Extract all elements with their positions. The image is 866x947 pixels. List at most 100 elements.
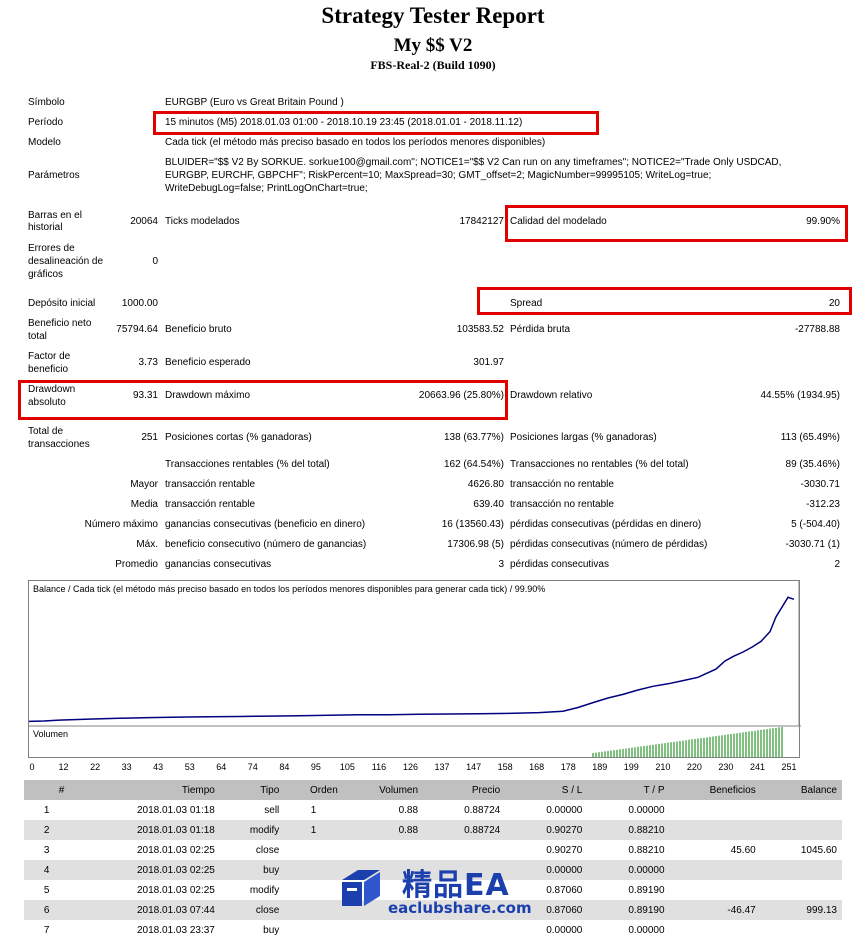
x-tick-label: 43	[153, 762, 164, 772]
ticks-label: Ticks modelados	[165, 216, 240, 227]
errors-value: 0	[152, 256, 158, 267]
average-loss-label: transacción no rentable	[510, 499, 614, 510]
table-cell: 0.88724	[464, 804, 501, 816]
box-logo-icon	[342, 870, 380, 906]
x-tick-label: 199	[623, 762, 639, 772]
x-tick-label: 95	[310, 762, 321, 772]
x-tick-label: 189	[592, 762, 608, 772]
largest-profit-value: 4626.80	[467, 479, 504, 490]
volume-label: Volumen	[33, 729, 68, 739]
table-cell: 5	[43, 884, 50, 896]
short-positions-label: Posiciones cortas (% ganadoras)	[165, 432, 312, 443]
symbol-label: Símbolo	[28, 97, 65, 108]
table-cell: 1045.60	[800, 844, 837, 856]
average-label: Media	[130, 499, 158, 510]
table-cell: 0.00000	[628, 924, 665, 936]
x-tick-label: 22	[90, 762, 101, 772]
column-header: Tiempo	[69, 780, 220, 800]
table-cell	[669, 820, 761, 840]
table-cell: 6	[24, 900, 70, 920]
params-label: Parámetros	[28, 170, 80, 181]
model-label: Modelo	[28, 137, 61, 148]
balance-chart-svg: Balance / Cada tick (el método más preci…	[29, 581, 801, 757]
quality-highlight-box	[505, 205, 848, 242]
table-cell: 0.00000	[546, 924, 583, 936]
avg-losses-value: 2	[834, 559, 840, 570]
table-cell	[284, 880, 343, 900]
expert-name: My $$ V2	[393, 35, 473, 56]
watermark-url: eaclubshare.com	[388, 899, 532, 917]
table-row: 2 2018.01.03 01:18 modify 1 0.88 0.88724 0.902…	[24, 820, 842, 840]
x-tick-label: 105	[339, 762, 355, 772]
table-row: 7 2018.01.03 23:37 buy 0.00000 0.00000	[24, 920, 842, 940]
x-tick-label: 64	[216, 762, 227, 772]
x-tick-label: 33	[121, 762, 132, 772]
table-row: 1 2018.01.03 01:18 sell 1 0.88 0.88724 0.00000…	[24, 800, 842, 820]
column-header: S / L	[505, 780, 588, 800]
deposit-value: 1000.00	[121, 298, 158, 309]
long-positions-value: 113 (65.49%)	[780, 432, 840, 443]
maximal-profit-label: beneficio consecutivo (número de gananci…	[165, 539, 367, 550]
loss-trades-value: 89 (35.46%)	[785, 459, 840, 470]
gross-loss-label: Pérdida bruta	[510, 324, 571, 335]
table-cell: 0.00000	[546, 804, 583, 816]
table-cell: modify	[219, 820, 285, 840]
maximal-loss-value: -3030.71 (1)	[785, 539, 840, 550]
max-losses-label: pérdidas consecutivas (pérdidas en diner…	[510, 519, 702, 530]
table-cell: buy	[219, 860, 285, 880]
largest-profit-label: transacción rentable	[165, 479, 256, 490]
table-cell: 2018.01.03 01:18	[137, 804, 215, 816]
x-tick-label: 126	[402, 762, 419, 772]
gross-profit-label: Beneficio bruto	[165, 324, 232, 335]
table-cell: 4	[24, 860, 70, 880]
table-cell: 2018.01.03 02:25	[137, 844, 215, 856]
long-positions-label: Posiciones largas (% ganadoras)	[510, 432, 657, 443]
table-header-row: # Tiempo Tipo Orden Volumen Precio S / L…	[24, 780, 842, 800]
errors-label: gráficos	[28, 269, 64, 280]
avg-losses-label: pérdidas consecutivas	[510, 559, 609, 570]
net-profit-value: 75794.64	[116, 324, 158, 335]
column-header: Orden	[284, 780, 343, 800]
table-cell: 7	[43, 924, 50, 936]
period-highlight-box	[153, 111, 599, 135]
total-trades-label: Total de	[28, 426, 64, 437]
table-cell	[760, 820, 842, 840]
table-cell: 0.90270	[546, 844, 583, 856]
table-cell	[761, 880, 842, 900]
column-header: Precio	[423, 780, 506, 800]
average-profit-value: 639.40	[473, 499, 504, 510]
table-cell	[761, 920, 842, 940]
table-cell: sell	[264, 804, 280, 816]
largest-loss-value: -3030.71	[800, 479, 840, 490]
table-cell	[343, 840, 423, 860]
table-cell: 1	[284, 820, 343, 840]
total-trades-value: 251	[141, 432, 158, 443]
table-cell: 0.00000	[587, 860, 670, 880]
table-cell	[423, 840, 505, 860]
ticks-value: 17842127	[459, 216, 505, 227]
maximal-label: Máx.	[136, 539, 158, 550]
max-wins-label: ganancias consecutivas (beneficio en din…	[165, 519, 366, 530]
balance-series-line	[29, 596, 795, 723]
bars-value: 20064	[130, 216, 158, 227]
table-cell: 0.88724	[423, 820, 506, 840]
net-profit-label: total	[28, 331, 47, 342]
column-header: T / P	[587, 780, 670, 800]
table-cell: 1	[43, 804, 50, 816]
table-cell	[284, 860, 343, 880]
table-cell: buy	[263, 924, 280, 936]
x-tick-label: 147	[466, 762, 482, 772]
average-profit-label: transacción rentable	[165, 499, 256, 510]
profit-trades-label: Transacciones rentables (% del total)	[165, 459, 330, 470]
loss-trades-label: Transacciones no rentables (% del total)	[510, 459, 689, 470]
table-cell: 2018.01.03 02:25	[137, 884, 215, 896]
column-header: Beneficios	[669, 780, 761, 800]
x-tick-label: 178	[560, 762, 576, 772]
table-cell: 0.88	[342, 820, 424, 840]
avg-wins-value: 3	[498, 559, 504, 570]
table-cell: 0.00000	[628, 804, 665, 816]
x-tick-label: 53	[184, 762, 195, 772]
x-tick-label: 251	[781, 762, 797, 772]
expected-payoff-value: 301.97	[473, 357, 504, 368]
period-label: Período	[28, 117, 64, 128]
